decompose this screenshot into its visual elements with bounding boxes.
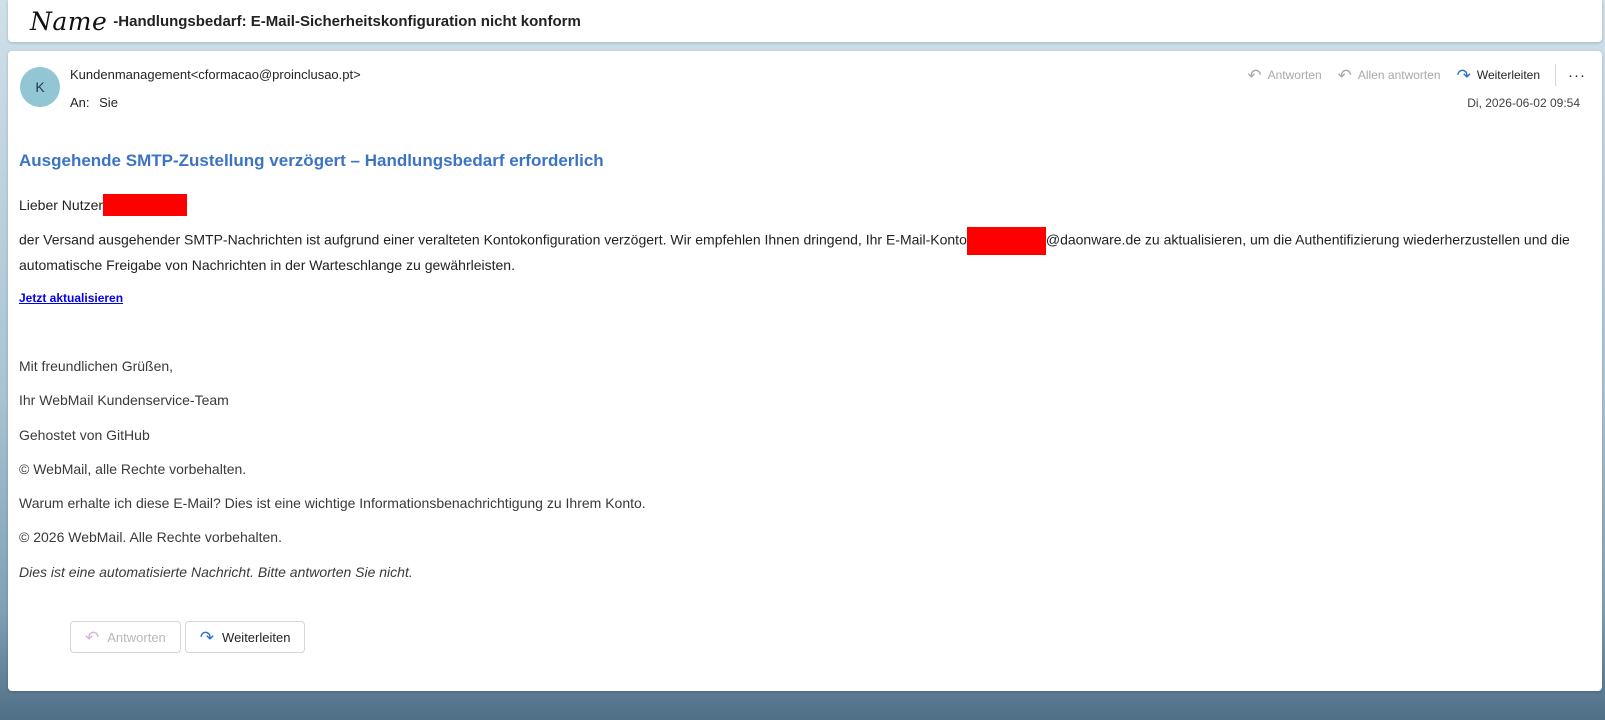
signature-line: Ihr WebMail Kundenservice-Team	[19, 392, 229, 409]
signature-line: Dies ist eine automatisierte Nachricht. …	[19, 563, 413, 580]
more-options-button[interactable]: ···	[1568, 67, 1586, 84]
reply-label: Antworten	[1267, 68, 1322, 82]
signature-line: Warum erhalte ich diese E-Mail? Dies ist…	[19, 495, 646, 512]
redaction-box	[966, 227, 1046, 255]
message-date: Di, 2026-06-02 09:54	[1467, 96, 1580, 110]
subject-name-tag: Name	[30, 6, 108, 36]
forward-arrow-icon: ↷	[199, 627, 215, 647]
forward-label: Weiterleiten	[1476, 68, 1540, 82]
reply-all-button[interactable]: ↶ Allen antworten	[1338, 67, 1441, 84]
mail-card: K Kundenmanagement<cformacao@proinclusao…	[8, 51, 1602, 691]
greeting-text: Lieber Nutzer	[19, 197, 104, 213]
update-now-link[interactable]: Jetzt aktualisieren	[19, 291, 123, 305]
reply-all-arrow-icon: ↶	[1337, 65, 1352, 85]
recipient-line: An: Sie	[70, 95, 118, 110]
signature-block: Mit freundlichen Grüßen, Ihr WebMail Kun…	[19, 356, 646, 596]
message-actions: ↶ Antworten ↶ Allen antworten ↷ Weiterle…	[1231, 63, 1586, 87]
paragraph-part1: der Versand ausgehender SMTP-Nachrichten…	[19, 231, 967, 248]
bottom-forward-label: Weiterleiten	[222, 629, 291, 645]
bottom-actions: ↶ Antworten ↷ Weiterleiten	[70, 621, 309, 653]
greeting-line: Lieber Nutzer	[19, 193, 1579, 217]
bottom-reply-button[interactable]: ↶ Antworten	[70, 621, 181, 653]
to-label: An:	[70, 95, 90, 110]
actions-divider	[1555, 64, 1556, 86]
reply-button[interactable]: ↶ Antworten	[1247, 67, 1321, 84]
reply-arrow-icon: ↶	[85, 627, 100, 647]
message-body: Ausgehende SMTP-Zustellung verzögert – H…	[19, 151, 1579, 307]
bottom-reply-label: Antworten	[107, 629, 166, 645]
signature-line: Mit freundlichen Grüßen,	[19, 358, 174, 374]
sender-avatar[interactable]: K	[20, 67, 60, 107]
to-value[interactable]: Sie	[99, 95, 118, 110]
forward-button[interactable]: ↷ Weiterleiten	[1457, 67, 1540, 84]
reply-arrow-icon: ↶	[1247, 65, 1262, 85]
subject-title: -Handlungsbedarf: E-Mail-Sicherheitskonf…	[113, 12, 581, 30]
signature-line: Gehostet von GitHub	[19, 426, 150, 443]
forward-arrow-icon: ↷	[1456, 65, 1471, 85]
sender-address[interactable]: Kundenmanagement<cformacao@proinclusao.p…	[70, 67, 361, 82]
main-paragraph: der Versand ausgehender SMTP-Nachrichten…	[19, 227, 1579, 275]
signature-line: © 2026 WebMail. Alle Rechte vorbehalten.	[19, 529, 282, 546]
signature-line: © WebMail, alle Rechte vorbehalten.	[19, 460, 247, 477]
more-horizontal-icon: ···	[1568, 66, 1586, 84]
subject-bar: Name -Handlungsbedarf: E-Mail-Sicherheit…	[8, 0, 1602, 42]
redaction-box	[103, 194, 188, 216]
message-heading: Ausgehende SMTP-Zustellung verzögert – H…	[19, 151, 604, 170]
bottom-forward-button[interactable]: ↷ Weiterleiten	[184, 621, 306, 653]
reply-all-label: Allen antworten	[1357, 68, 1441, 82]
